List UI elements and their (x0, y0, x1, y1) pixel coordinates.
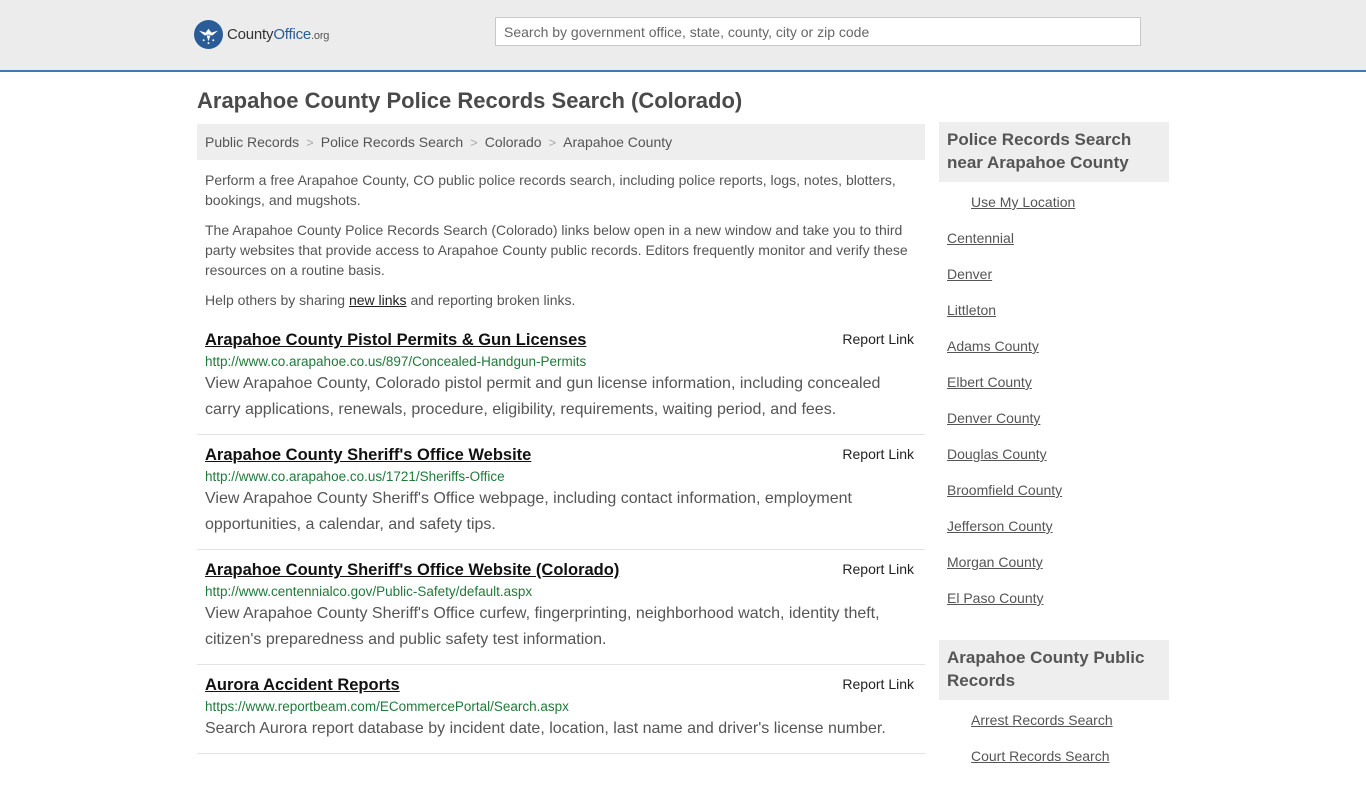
nearby-link-adams-county[interactable]: Adams County (947, 338, 1039, 354)
nearby-link-littleton[interactable]: Littleton (947, 302, 996, 318)
eagle-icon (194, 20, 223, 49)
result-description: View Arapahoe County Sheriff's Office we… (205, 490, 852, 533)
intro-paragraph: The Arapahoe County Police Records Searc… (205, 222, 908, 278)
public-records-heading: Arapahoe County Public Records (939, 640, 1169, 700)
result-title-link[interactable]: Arapahoe County Sheriff's Office Website (205, 443, 531, 467)
nearby-link-douglas-county[interactable]: Douglas County (947, 446, 1047, 462)
result-item: Arapahoe County Pistol Permits & Gun Lic… (197, 320, 925, 435)
result-url: http://www.co.arapahoe.co.us/1721/Sherif… (205, 469, 505, 484)
list-item: Douglas County (947, 446, 1169, 482)
list-item: Centennial (947, 230, 1169, 266)
breadcrumb-separator: > (470, 134, 478, 150)
site-logo[interactable]: CountyOffice.org (194, 20, 329, 49)
nearby-link-morgan-county[interactable]: Morgan County (947, 554, 1043, 570)
nearby-link-centennial[interactable]: Centennial (947, 230, 1014, 246)
nearby-link-el-paso-county[interactable]: El Paso County (947, 590, 1044, 606)
header-bar: CountyOffice.org (0, 0, 1366, 72)
list-item: Elbert County (947, 374, 1169, 410)
breadcrumb-separator: > (306, 134, 314, 150)
sidebar: Police Records Search near Arapahoe Coun… (939, 122, 1169, 798)
list-item: Use My Location (947, 194, 1169, 230)
list-item: Denver (947, 266, 1169, 302)
new-links-link[interactable]: new links (349, 292, 407, 308)
nearby-link-elbert-county[interactable]: Elbert County (947, 374, 1032, 390)
result-title-link[interactable]: Arapahoe County Sheriff's Office Website… (205, 558, 619, 582)
help-paragraph: Help others by sharing new links and rep… (197, 290, 925, 310)
list-item: El Paso County (947, 590, 1169, 626)
result-url: http://www.centennialco.gov/Public-Safet… (205, 584, 533, 599)
nearby-list: Use My Location Centennial Denver Little… (939, 182, 1169, 640)
logo-text-end: .org (311, 30, 330, 42)
help-text: and reporting broken links. (406, 292, 576, 308)
use-my-location-link[interactable]: Use My Location (971, 194, 1075, 210)
breadcrumb-separator: > (548, 134, 557, 150)
list-item: Morgan County (947, 554, 1169, 590)
result-item: Arapahoe County Sheriff's Office Website… (197, 435, 925, 550)
search-input[interactable] (495, 17, 1141, 46)
logo-text: CountyOffice.org (227, 26, 329, 43)
nearby-heading: Police Records Search near Arapahoe Coun… (939, 122, 1169, 182)
logo-text-accent: Office (273, 26, 312, 43)
report-link-button[interactable]: Report Link (842, 446, 914, 462)
list-item: Jefferson County (947, 518, 1169, 554)
nearby-link-jefferson-county[interactable]: Jefferson County (947, 518, 1053, 534)
list-item: Court Records Search (947, 748, 1169, 784)
result-item: Arapahoe County Sheriff's Office Website… (197, 550, 925, 665)
public-records-list: Arrest Records Search Court Records Sear… (939, 700, 1169, 798)
report-link-button[interactable]: Report Link (842, 676, 914, 692)
list-item: Denver County (947, 410, 1169, 446)
court-records-search-link[interactable]: Court Records Search (971, 748, 1110, 764)
page-title: Arapahoe County Police Records Search (C… (197, 88, 743, 113)
result-description: Search Aurora report database by inciden… (205, 720, 886, 737)
nearby-link-denver-county[interactable]: Denver County (947, 410, 1040, 426)
logo-text-start: County (227, 26, 274, 43)
list-item: Adams County (947, 338, 1169, 374)
report-link-button[interactable]: Report Link (842, 331, 914, 347)
result-url: http://www.co.arapahoe.co.us/897/Conceal… (205, 354, 587, 369)
breadcrumb-arapahoe-county[interactable]: Arapahoe County (563, 134, 672, 150)
result-title-link[interactable]: Arapahoe County Pistol Permits & Gun Lic… (205, 328, 586, 352)
breadcrumb-colorado[interactable]: Colorado (485, 134, 542, 150)
main-content: Perform a free Arapahoe County, CO publi… (197, 170, 925, 754)
report-link-button[interactable]: Report Link (842, 561, 914, 577)
arrest-records-search-link[interactable]: Arrest Records Search (971, 712, 1113, 728)
result-url: https://www.reportbeam.com/ECommercePort… (205, 699, 569, 714)
breadcrumb-police-records-search[interactable]: Police Records Search (321, 134, 463, 150)
help-text: Help others by sharing (205, 292, 349, 308)
list-item: Arrest Records Search (947, 712, 1169, 748)
intro-paragraph: Perform a free Arapahoe County, CO publi… (205, 172, 896, 208)
list-item: Broomfield County (947, 482, 1169, 518)
result-title-link[interactable]: Aurora Accident Reports (205, 673, 400, 697)
result-description: View Arapahoe County Sheriff's Office cu… (205, 605, 880, 648)
result-item: Aurora Accident Reports Report Link http… (197, 665, 925, 754)
list-item: Littleton (947, 302, 1169, 338)
nearby-link-denver[interactable]: Denver (947, 266, 992, 282)
breadcrumb-public-records[interactable]: Public Records (205, 134, 299, 150)
nearby-link-broomfield-county[interactable]: Broomfield County (947, 482, 1062, 498)
breadcrumb: Public Records > Police Records Search >… (197, 124, 925, 160)
result-description: View Arapahoe County, Colorado pistol pe… (205, 375, 881, 418)
